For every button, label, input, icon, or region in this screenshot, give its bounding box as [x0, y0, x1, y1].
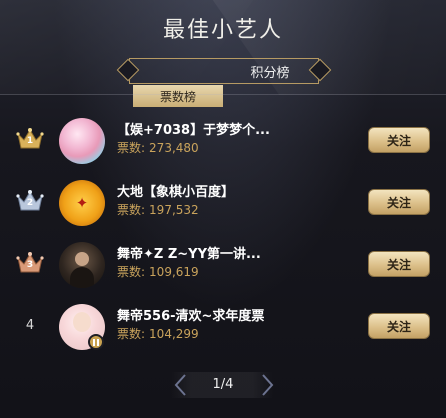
tab-votes-ranking[interactable]: 票数榜 [133, 85, 223, 107]
follow-button[interactable]: 关注 [368, 313, 430, 339]
list-item: 1 【娱+7038】于梦梦个... 票数: 273,480 关注 [0, 112, 446, 174]
tab-bar: 票数榜 积分榜 [116, 58, 332, 107]
vote-value: 197,532 [149, 203, 199, 217]
rank-number: 4 [25, 317, 35, 333]
avatar[interactable]: ✦ [59, 180, 105, 226]
divider [0, 94, 446, 95]
rank-indicator: 1 [14, 124, 46, 154]
artist-name[interactable]: 大地【象棋小百度】 [117, 181, 317, 200]
chevron-left-icon[interactable] [172, 372, 190, 398]
avatar[interactable] [59, 118, 105, 164]
follow-button[interactable]: 关注 [368, 251, 430, 277]
gold-crown-icon: 1 [16, 127, 44, 151]
tab-points-ranking[interactable]: 积分榜 [225, 60, 315, 82]
chevron-right-icon[interactable] [258, 372, 276, 398]
vote-count: 票数: 109,619 [117, 263, 199, 280]
list-item: 4 舞帝556-清欢~求年度票 票数: 104,299 关注 [0, 298, 446, 360]
vote-label: 票数: [117, 141, 146, 155]
ranking-list: 1 【娱+7038】于梦梦个... 票数: 273,480 关注 2 ✦ 大地【… [0, 112, 446, 360]
vote-count: 票数: 197,532 [117, 201, 199, 218]
bronze-crown-icon: 3 [16, 251, 44, 275]
ranking-panel: 最佳小艺人 票数榜 积分榜 1 【娱+7038】于梦梦个... 票数: 273,… [0, 0, 446, 418]
vote-label: 票数: [117, 265, 146, 279]
page-indicator: 1/4 [212, 377, 234, 392]
avatar-figure [75, 252, 89, 266]
pagination: 1/4 [0, 372, 446, 398]
vote-value: 273,480 [149, 141, 199, 155]
rank-number: 1 [26, 136, 34, 146]
artist-name[interactable]: 【娱+7038】于梦梦个... [117, 119, 317, 138]
chess-piece-icon: ✦ [75, 194, 89, 212]
avatar-figure [70, 267, 94, 288]
follow-button[interactable]: 关注 [368, 189, 430, 215]
vote-value: 104,299 [149, 327, 199, 341]
vote-label: 票数: [117, 327, 146, 341]
verified-badge-icon [88, 334, 104, 350]
avatar[interactable] [59, 242, 105, 288]
rank-number: 3 [26, 260, 34, 270]
vote-count: 票数: 273,480 [117, 139, 199, 156]
rank-indicator: 3 [14, 248, 46, 278]
vote-count: 票数: 104,299 [117, 325, 199, 342]
list-item: 3 舞帝✦Z Z~YY第一讲... 票数: 109,619 关注 [0, 236, 446, 298]
page-title: 最佳小艺人 [162, 18, 283, 43]
rank-number: 2 [26, 198, 34, 208]
follow-button[interactable]: 关注 [368, 127, 430, 153]
list-item: 2 ✦ 大地【象棋小百度】 票数: 197,532 关注 [0, 174, 446, 236]
rank-indicator: 4 [14, 310, 46, 340]
rank-indicator: 2 [14, 186, 46, 216]
vote-value: 109,619 [149, 265, 199, 279]
artist-name[interactable]: 舞帝556-清欢~求年度票 [117, 305, 317, 324]
silver-crown-icon: 2 [16, 189, 44, 213]
vote-label: 票数: [117, 203, 146, 217]
avatar-figure [73, 312, 91, 332]
artist-name[interactable]: 舞帝✦Z Z~YY第一讲... [117, 243, 317, 262]
